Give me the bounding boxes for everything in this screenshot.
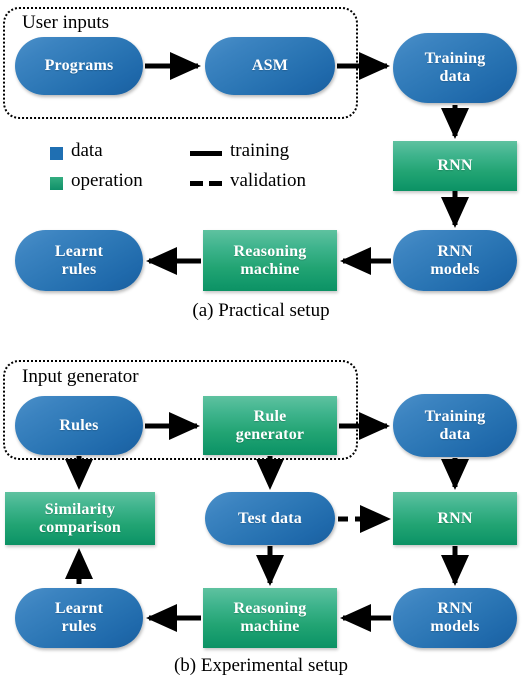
- node-label: RNN: [437, 509, 473, 527]
- node-training-data-b[interactable]: Training data: [393, 394, 517, 457]
- node-label-line1: Reasoning: [233, 242, 307, 260]
- legend-swatch-operation: [50, 177, 63, 190]
- node-label-line2: models: [430, 618, 480, 635]
- node-label-line2: data: [439, 68, 471, 85]
- node-label-line2: data: [439, 425, 471, 443]
- node-rule-generator[interactable]: Rule generator: [203, 396, 337, 455]
- node-label-line1: RNN: [437, 242, 473, 260]
- node-label-line2: machine: [240, 618, 300, 635]
- legend-swatch-data: [50, 147, 63, 160]
- node-rnn-models[interactable]: RNN models: [393, 230, 517, 291]
- figure-canvas: User inputs Programs ASM Training data R…: [0, 0, 522, 686]
- node-label-line2: rules: [61, 260, 97, 278]
- node-label: Test data: [238, 509, 302, 527]
- node-label: ASM: [251, 57, 289, 75]
- legend-swatch-validation-dash1: [190, 181, 203, 186]
- node-label-line1: Training: [424, 407, 486, 425]
- legend-swatch-validation-dash2: [209, 181, 222, 186]
- caption-panel-a: (a) Practical setup: [192, 300, 330, 321]
- node-rnn[interactable]: RNN: [393, 141, 517, 191]
- node-label-line2: generator: [235, 425, 305, 443]
- node-label-line2: models: [430, 260, 480, 278]
- node-rules[interactable]: Rules: [15, 396, 143, 455]
- node-label-line1: RNN: [437, 600, 473, 618]
- node-learnt-rules[interactable]: Learnt rules: [15, 230, 143, 291]
- node-label-line2: machine: [240, 260, 300, 278]
- node-label-line1: Rule: [253, 407, 287, 425]
- node-label-line1: Similarity: [44, 500, 116, 518]
- node-label-line1: Reasoning: [233, 600, 307, 618]
- node-similarity-comparison[interactable]: Similarity comparison: [5, 492, 155, 545]
- legend-label-operation: operation: [71, 170, 143, 191]
- node-label-line1: Training: [424, 50, 486, 68]
- node-rnn-b[interactable]: RNN: [393, 492, 517, 545]
- legend-label-training: training: [230, 140, 290, 161]
- node-test-data[interactable]: Test data: [205, 492, 335, 545]
- node-label-line2: rules: [61, 618, 97, 635]
- node-programs[interactable]: Programs: [15, 37, 143, 95]
- node-reasoning-machine-b[interactable]: Reasoning machine: [203, 588, 337, 648]
- node-training-data[interactable]: Training data: [393, 33, 517, 103]
- node-rnn-models-b[interactable]: RNN models: [393, 588, 517, 648]
- node-asm[interactable]: ASM: [205, 37, 335, 95]
- legend-swatch-training: [190, 151, 222, 156]
- legend-label-validation: validation: [230, 170, 306, 191]
- legend-label-data: data: [71, 140, 103, 161]
- node-label: Programs: [44, 57, 114, 75]
- node-label: RNN: [437, 157, 473, 175]
- node-label-line1: Learnt: [54, 242, 104, 260]
- node-reasoning-machine[interactable]: Reasoning machine: [203, 230, 337, 291]
- node-learnt-rules-b[interactable]: Learnt rules: [15, 588, 143, 648]
- node-label: Rules: [59, 416, 99, 434]
- caption-panel-b: (b) Experimental setup: [173, 655, 349, 676]
- node-label-line2: comparison: [39, 518, 121, 536]
- node-label-line1: Learnt: [54, 600, 104, 618]
